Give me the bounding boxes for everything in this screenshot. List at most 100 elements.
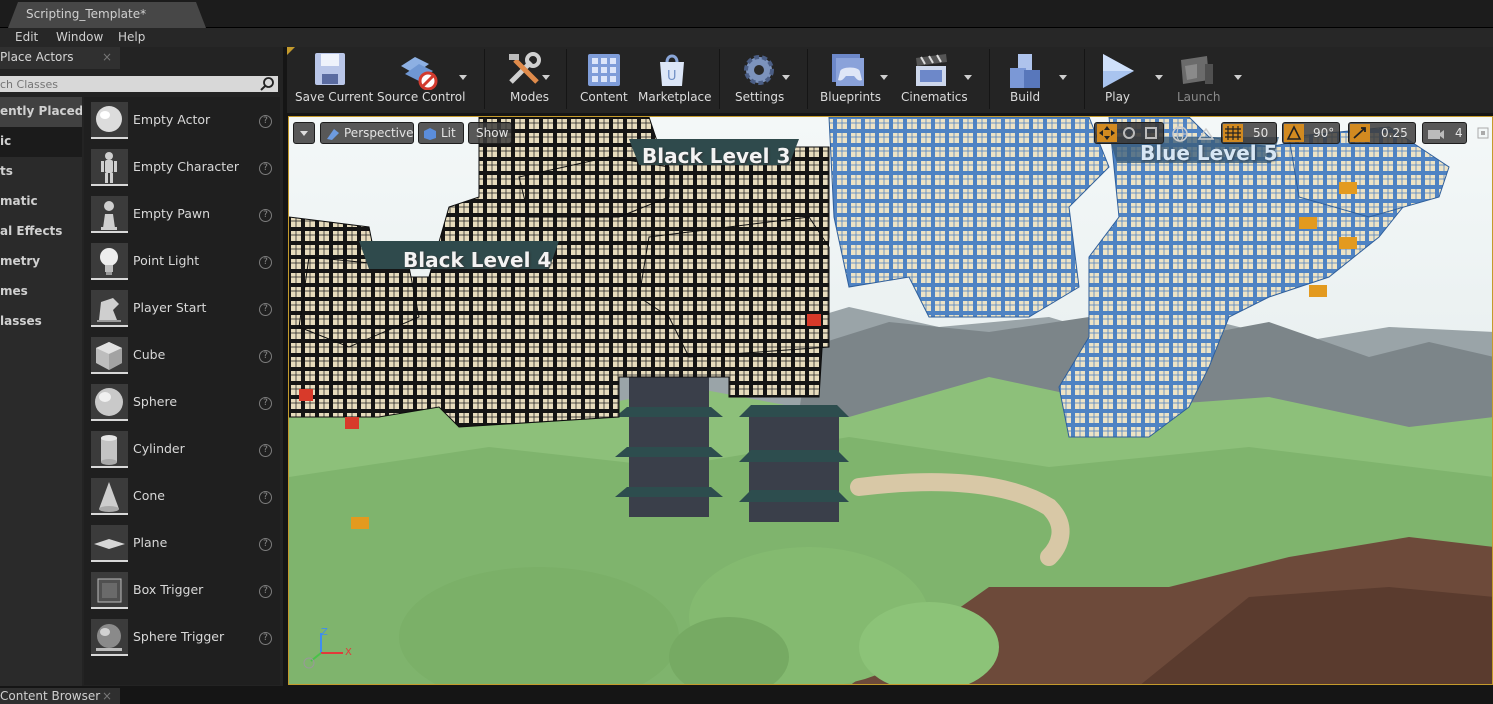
help-icon[interactable]: ? [259,538,272,551]
actor-cylinder[interactable]: Cylinder ? [84,426,280,473]
launch-button[interactable]: Launch [1172,47,1242,109]
search-icon[interactable] [259,76,275,92]
scale-snap-value[interactable]: 0.25 [1381,126,1408,140]
blueprints-dropdown-icon[interactable] [880,75,888,80]
settings-button[interactable]: Settings [733,47,797,109]
place-actors-tab-label: Place Actors [0,50,74,64]
surface-snapping-icon[interactable] [1197,125,1215,143]
play-label: Play [1105,90,1131,104]
document-tab[interactable]: Scripting_Template* [8,2,206,28]
actor-player-start[interactable]: Player Start ? [84,285,280,332]
actor-point-light[interactable]: Point Light ? [84,238,280,285]
actor-label: Plane [133,535,168,550]
help-icon[interactable]: ? [259,350,272,363]
help-icon[interactable]: ? [259,444,272,457]
translate-icon[interactable] [1097,124,1117,142]
level-label-blue-level-5: Blue Level 5 [1140,141,1278,165]
save-current-button[interactable]: Save Current [287,47,373,109]
perspective-button[interactable]: Perspective [320,122,414,144]
grid-snap-toggle[interactable]: 50 [1221,122,1277,144]
class-search-input[interactable] [0,76,255,92]
source-control-dropdown-icon[interactable] [459,75,467,80]
grid-snap-value[interactable]: 50 [1253,126,1268,140]
category-volumes[interactable]: mes [0,277,82,307]
level-label-black-level-4: Black Level 4 [403,248,552,272]
rotate-icon[interactable] [1121,125,1137,141]
level-viewport[interactable]: Black Level 3 Black Level 4 Blue Level 5… [288,116,1493,685]
close-icon[interactable]: × [102,50,112,64]
bottom-dock: Content Browser × [0,686,1493,704]
settings-label: Settings [735,90,785,104]
help-icon[interactable]: ? [259,397,272,410]
menu-edit[interactable]: Edit [15,30,38,44]
help-icon[interactable]: ? [259,209,272,222]
marketplace-button[interactable]: U Marketplace [635,47,712,109]
actor-cone[interactable]: Cone ? [84,473,280,520]
menu-window[interactable]: Window [56,30,103,44]
blueprints-button[interactable]: Blueprints [820,47,890,109]
actor-cube[interactable]: Cube ? [84,332,280,379]
help-icon[interactable]: ? [259,585,272,598]
scale-icon[interactable] [1143,125,1159,141]
category-geometry[interactable]: metry [0,247,82,277]
modes-button[interactable]: Modes [497,47,555,109]
camera-speed-button[interactable]: 4 [1422,122,1467,144]
build-blocks-icon [1010,54,1040,88]
play-dropdown-icon[interactable] [1155,75,1163,80]
actor-sphere[interactable]: Sphere ? [84,379,280,426]
actor-box-trigger[interactable]: Box Trigger ? [84,567,280,614]
content-browser-tab[interactable]: Content Browser × [0,688,120,704]
place-actors-panel: Place Actors × ently Placed ic ts matic … [0,47,283,686]
show-label: Show [476,126,509,140]
light-bulb-icon [91,243,128,280]
place-actors-tab[interactable]: Place Actors × [0,47,120,69]
level-scene-render[interactable] [289,117,1493,685]
actor-plane[interactable]: Plane ? [84,520,280,567]
maximize-viewport-icon[interactable] [1477,127,1489,139]
play-button[interactable]: Play [1097,47,1167,109]
angle-snap-icon [1284,124,1304,142]
cinematics-button[interactable]: Cinematics [899,47,973,109]
axis-z-label: Z [321,627,328,638]
camera-speed-icon [1428,130,1444,139]
actor-label: Sphere [133,394,178,409]
help-icon[interactable] [303,657,315,669]
category-visual-effects[interactable]: al Effects [0,217,82,247]
modes-dropdown-icon[interactable] [542,75,550,80]
actor-sphere-trigger[interactable]: Sphere Trigger ? [84,614,280,661]
menu-help[interactable]: Help [118,30,145,44]
build-dropdown-icon[interactable] [1059,75,1067,80]
show-button[interactable]: Show [468,122,512,144]
launch-dropdown-icon[interactable] [1234,75,1242,80]
cinematics-dropdown-icon[interactable] [964,75,972,80]
world-space-globe-icon[interactable] [1171,125,1189,143]
build-button[interactable]: Build [1002,47,1072,109]
scale-snap-toggle[interactable]: 0.25 [1348,122,1416,144]
chevron-down-icon [300,131,308,136]
close-icon[interactable]: × [102,689,112,703]
help-icon[interactable]: ? [259,632,272,645]
content-button[interactable]: Content [577,47,631,109]
help-icon[interactable]: ? [259,491,272,504]
settings-dropdown-icon[interactable] [782,75,790,80]
help-icon[interactable]: ? [259,162,272,175]
category-all-classes[interactable]: lasses [0,307,82,337]
actor-empty-pawn[interactable]: Empty Pawn ? [84,191,280,238]
source-control-button[interactable]: Source Control [373,47,473,109]
camera-speed-value: 4 [1455,126,1463,140]
help-icon[interactable]: ? [259,256,272,269]
help-icon[interactable]: ? [259,115,272,128]
category-basic[interactable]: ic [0,127,82,157]
actor-empty-actor[interactable]: Empty Actor ? [84,97,280,144]
actor-label: Cube [133,347,166,362]
lit-button[interactable]: Lit [418,122,464,144]
category-lights[interactable]: ts [0,157,82,187]
viewport-options-button[interactable] [293,122,315,144]
actor-empty-character[interactable]: Empty Character ? [84,144,280,191]
help-icon[interactable]: ? [259,303,272,316]
category-cinematic[interactable]: matic [0,187,82,217]
settings-gear-icon [744,55,774,85]
angle-snap-toggle[interactable]: 90° [1282,122,1340,144]
angle-snap-value[interactable]: 90° [1313,126,1334,140]
category-recently-placed[interactable]: ently Placed [0,97,82,127]
